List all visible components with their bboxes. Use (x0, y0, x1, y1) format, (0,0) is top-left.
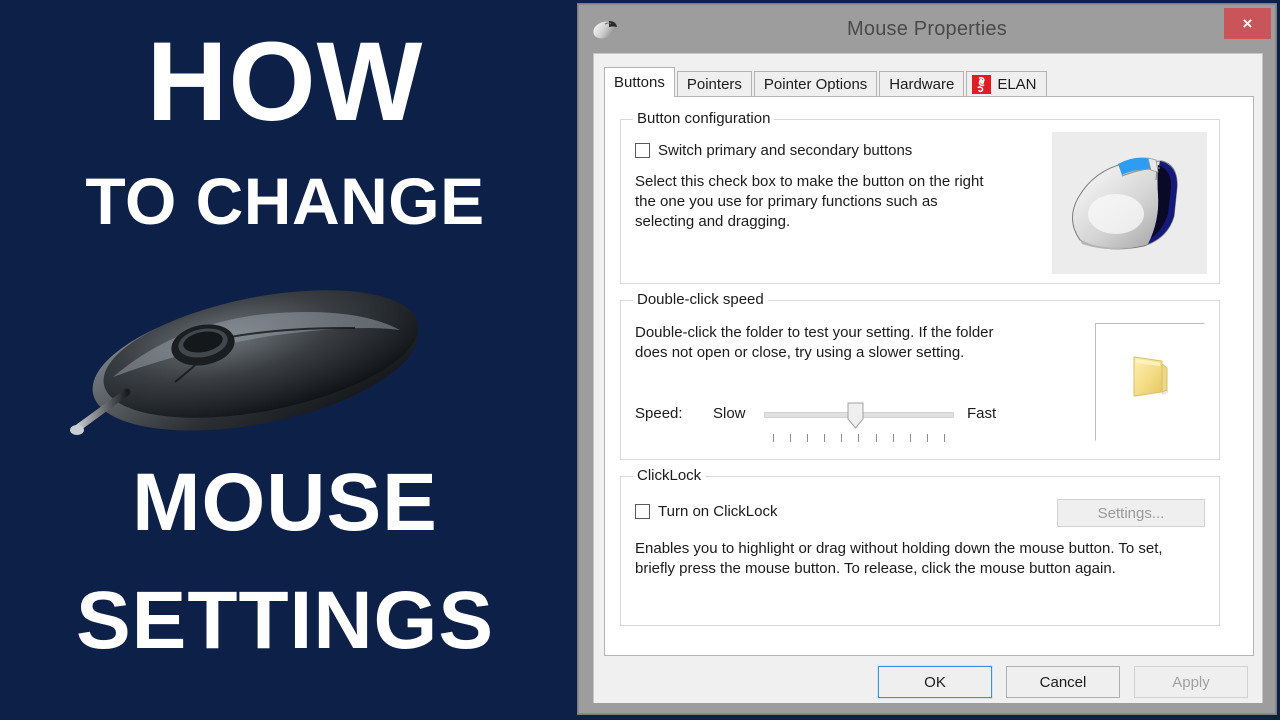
tab-buttons-label: Buttons (614, 74, 665, 91)
folder-test-area[interactable] (1095, 323, 1205, 441)
tab-panel-buttons: Button configuration Switch primary and … (604, 96, 1254, 656)
switch-buttons-checkbox-row[interactable]: Switch primary and secondary buttons (635, 142, 912, 159)
promo-panel: HOW TO CHANGE MOUSE SETTINGS (0, 0, 570, 720)
promo-headline-mouse: MOUSE (132, 457, 438, 548)
promo-headline-settings: SETTINGS (75, 575, 495, 666)
mouse-photo-icon (55, 272, 445, 452)
tab-pointers[interactable]: Pointers (676, 71, 752, 96)
double-click-speed-description: Double-click the folder to test your set… (635, 324, 994, 362)
dialog-footer: OK Cancel Apply (604, 665, 1254, 700)
window-titlebar[interactable]: Mouse Properties × (579, 5, 1275, 53)
window-title: Mouse Properties (847, 18, 1007, 40)
tab-pointer-options[interactable]: Pointer Options (753, 71, 878, 96)
speed-slow-label: Slow (713, 405, 746, 422)
clicklock-settings-button[interactable]: Settings... (1057, 499, 1205, 527)
group-double-click-speed: Double-click speed Double-click the fold… (620, 291, 1220, 460)
tabstrip: Buttons Pointers Pointer Options Hardwar… (604, 67, 1254, 97)
apply-button[interactable]: Apply (1134, 666, 1248, 698)
elan-logo-icon (972, 74, 992, 94)
tab-elan-label: ELAN (997, 75, 1037, 93)
promo-headline-how: HOW (146, 19, 424, 144)
cancel-button[interactable]: Cancel (1006, 666, 1120, 698)
tab-pointers-label: Pointers (686, 75, 742, 93)
folder-icon[interactable] (1124, 352, 1176, 400)
tab-buttons[interactable]: Buttons (604, 67, 675, 97)
mouse-preview-image (1052, 132, 1207, 274)
dialog-body: Buttons Pointers Pointer Options Hardwar… (593, 53, 1263, 703)
ok-button[interactable]: OK (877, 665, 993, 699)
clicklock-description: Enables you to highlight or drag without… (635, 540, 1163, 578)
switch-buttons-label: Switch primary and secondary buttons (658, 142, 913, 159)
tab-hardware-label: Hardware (889, 75, 955, 93)
turn-on-clicklock-label: Turn on ClickLock (658, 503, 778, 520)
switch-buttons-checkbox[interactable] (635, 143, 650, 158)
group-clicklock-title: ClickLock (633, 467, 706, 484)
group-button-configuration: Button configuration Switch primary and … (620, 110, 1220, 284)
tab-elan[interactable]: ELAN (966, 71, 1047, 96)
group-clicklock: ClickLock Turn on ClickLock Settings... … (620, 467, 1220, 626)
speed-label: Speed: (635, 405, 683, 422)
double-click-speed-slider[interactable] (764, 401, 954, 447)
tab-pointer-options-label: Pointer Options (763, 75, 868, 93)
close-icon[interactable]: × (1224, 8, 1271, 39)
turn-on-clicklock-checkbox-row[interactable]: Turn on ClickLock (635, 503, 778, 520)
mouse-properties-window: Mouse Properties × Buttons Pointers Poin… (578, 4, 1276, 714)
promo-headline-to-change: TO CHANGE (85, 164, 485, 238)
turn-on-clicklock-checkbox[interactable] (635, 504, 650, 519)
group-button-configuration-title: Button configuration (633, 110, 775, 127)
speed-fast-label: Fast (967, 405, 997, 422)
group-double-click-speed-title: Double-click speed (633, 291, 768, 308)
button-configuration-description: Select this check box to make the button… (635, 173, 984, 231)
slider-tick-marks (773, 434, 945, 442)
tab-hardware[interactable]: Hardware (879, 71, 965, 96)
slider-thumb[interactable] (847, 402, 864, 429)
